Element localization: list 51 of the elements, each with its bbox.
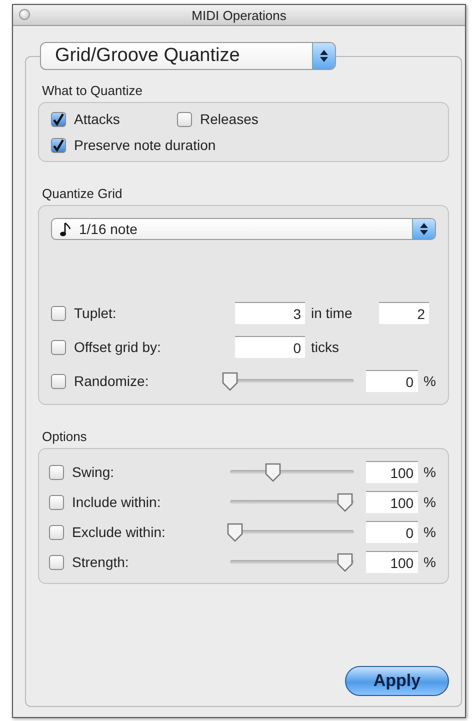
slider-thumb[interactable] (264, 462, 282, 482)
apply-button[interactable]: Apply (345, 666, 449, 696)
option-label: Randomize: (74, 373, 149, 389)
slider-thumb[interactable] (220, 371, 239, 391)
checkbox[interactable] (49, 464, 64, 480)
option-label: Offset grid by: (74, 339, 161, 355)
section-title: Quantize Grid (42, 186, 124, 201)
slider-thumb[interactable] (336, 552, 354, 572)
unit-label: % (424, 554, 436, 570)
stepper-arrows-icon (420, 223, 428, 235)
unit-label: % (424, 373, 436, 389)
unit-label: % (424, 464, 436, 480)
checkbox[interactable] (49, 554, 64, 570)
checkbox[interactable] (51, 374, 66, 388)
checkbox[interactable] (51, 306, 66, 320)
option-label: Tuplet: (74, 305, 116, 321)
value-field[interactable]: 100 (366, 491, 418, 513)
option-label: Attacks (74, 111, 120, 127)
option-label: Releases (200, 111, 258, 127)
offset-field[interactable]: 0 (235, 336, 305, 358)
window-title: MIDI Operations (192, 8, 286, 22)
unit-label: % (424, 494, 436, 510)
option-label: Preserve note duration (74, 137, 216, 153)
option-label: Swing: (72, 464, 114, 480)
checkbox[interactable] (51, 112, 66, 126)
close-button[interactable] (19, 9, 30, 20)
time-field[interactable]: 2 (379, 302, 429, 324)
option-label: Include within: (72, 494, 161, 510)
section-title: Options (42, 429, 88, 444)
checkbox[interactable] (49, 494, 64, 510)
value-field[interactable]: 0 (366, 521, 418, 543)
tuplet-field[interactable]: 3 (235, 302, 305, 324)
section-title: What to Quantize (42, 83, 144, 98)
option-label: Strength: (72, 554, 129, 570)
slider-thumb[interactable] (336, 492, 354, 512)
checkbox[interactable] (51, 340, 66, 354)
slider-thumb[interactable] (226, 522, 244, 542)
unit-label: ticks (311, 339, 339, 355)
stepper-arrows-icon (320, 50, 328, 62)
option-label: Exclude within: (72, 524, 166, 540)
checkbox[interactable] (177, 112, 192, 126)
checkbox[interactable] (49, 524, 64, 540)
note-icon (60, 222, 71, 236)
value-field[interactable]: 100 (366, 461, 418, 483)
checkbox[interactable] (51, 138, 66, 152)
value-field[interactable]: 0 (366, 370, 418, 392)
unit-label: % (424, 524, 436, 540)
grid-dropdown[interactable]: 1/16 note (51, 218, 436, 240)
operation-dropdown[interactable]: Grid/Groove Quantize (40, 42, 336, 70)
in-time-label: in time (311, 305, 354, 321)
value-field[interactable]: 100 (366, 551, 418, 573)
